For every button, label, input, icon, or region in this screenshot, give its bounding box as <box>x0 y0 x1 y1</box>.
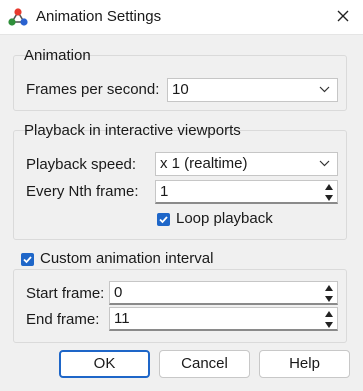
spin-down-icon[interactable] <box>324 193 334 202</box>
every-nth-frame-label: Every Nth frame: <box>26 183 139 200</box>
close-button[interactable] <box>331 4 355 28</box>
end-frame-spinbox[interactable]: 11 <box>109 307 338 331</box>
app-logo-icon <box>8 8 28 26</box>
animation-group-title: Animation <box>24 47 91 64</box>
loop-playback-checkbox[interactable] <box>157 213 170 226</box>
every-nth-frame-value: 1 <box>160 183 169 200</box>
start-frame-label: Start frame: <box>26 285 105 302</box>
chevron-down-icon <box>319 86 330 93</box>
start-frame-spinbox[interactable]: 0 <box>109 281 338 305</box>
end-frame-label: End frame: <box>26 311 100 328</box>
help-button[interactable]: Help <box>259 350 350 378</box>
title-bar: Animation Settings <box>0 0 363 35</box>
playback-speed-value: x 1 (realtime) <box>160 155 248 172</box>
end-frame-value: 11 <box>114 310 130 327</box>
fps-value: 10 <box>172 81 189 98</box>
cancel-button[interactable]: Cancel <box>159 350 250 378</box>
spin-up-icon[interactable] <box>324 183 334 192</box>
chevron-down-icon <box>319 160 330 167</box>
window-title: Animation Settings <box>36 8 162 25</box>
spin-down-icon[interactable] <box>324 320 334 329</box>
custom-interval-checkbox[interactable] <box>21 253 34 266</box>
ok-button[interactable]: OK <box>59 350 150 378</box>
loop-playback-label[interactable]: Loop playback <box>176 209 273 229</box>
checkmark-icon <box>159 216 168 224</box>
fps-label: Frames per second: <box>26 81 160 98</box>
playback-speed-dropdown[interactable]: x 1 (realtime) <box>155 152 338 176</box>
playback-group-title: Playback in interactive viewports <box>24 122 241 139</box>
start-frame-value: 0 <box>114 284 123 301</box>
spin-up-icon[interactable] <box>324 284 334 293</box>
close-icon <box>337 10 349 22</box>
checkmark-icon <box>23 256 32 264</box>
spin-down-icon[interactable] <box>324 294 334 303</box>
spin-up-icon[interactable] <box>324 310 334 319</box>
fps-dropdown[interactable]: 10 <box>167 78 338 102</box>
every-nth-frame-spinbox[interactable]: 1 <box>155 180 338 204</box>
custom-interval-label[interactable]: Custom animation interval <box>40 249 213 269</box>
playback-speed-label: Playback speed: <box>26 156 137 173</box>
